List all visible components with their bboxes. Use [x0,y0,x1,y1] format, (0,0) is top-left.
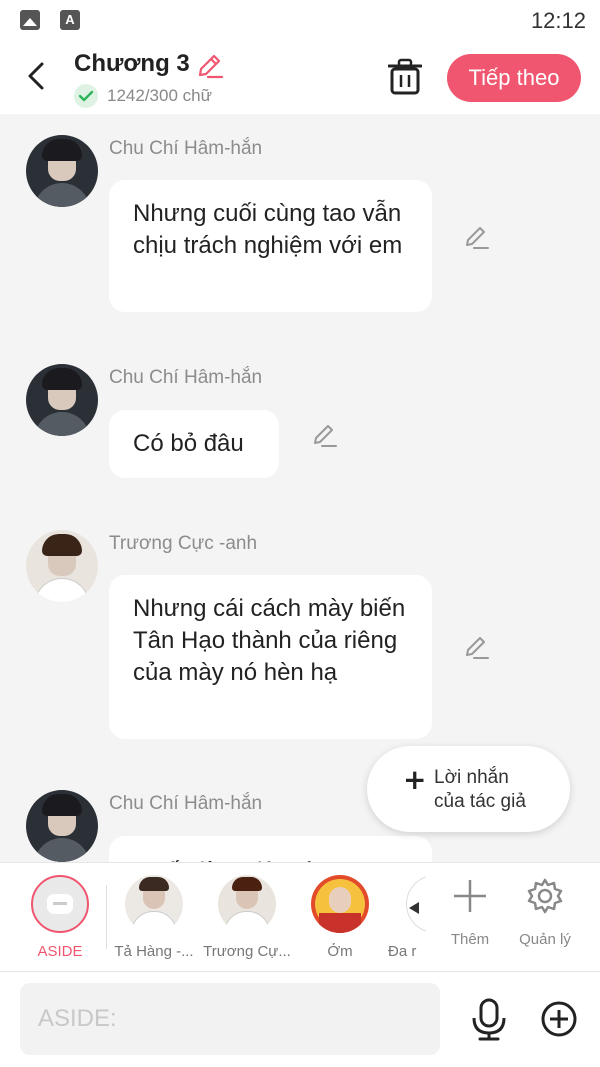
add-character-button[interactable]: Thêm [435,877,505,957]
microphone-button[interactable] [470,998,508,1042]
edit-title-icon[interactable] [194,51,224,81]
aside-icon [31,875,89,933]
author-note-label-line2: của tác giả [434,791,526,812]
add-label: Thêm [450,931,490,948]
character-item[interactable]: Trương Cự... [202,875,292,967]
character-item[interactable]: Đa r [362,875,426,967]
font-icon: A [60,10,80,30]
avatar[interactable] [26,364,98,436]
word-count: 1242/300 chữ [107,86,212,105]
back-button[interactable] [18,58,54,94]
plus-icon: + [403,763,427,796]
author-note-button[interactable]: + Lời nhắn của tác giả [367,746,570,832]
avatar[interactable] [26,135,98,207]
edit-message-icon[interactable] [462,634,490,662]
chapter-title: Chương 3 [74,50,190,77]
message-bubble[interactable]: Nhưng cái cách mày biến Tân Hạo thành củ… [109,575,432,739]
image-icon [20,10,40,30]
character-name: Đa r [388,943,417,960]
edit-message-icon[interactable] [310,422,338,450]
character-bar: ASIDE Tả Hàng -... Trương Cự... Ởm Đa r [0,862,600,972]
add-attachment-button[interactable] [540,1000,578,1038]
check-icon [74,84,98,108]
message-bubble[interactable]: Có bỏ đâu [109,410,279,478]
character-avatar [218,875,276,933]
manage-characters-button[interactable]: Quản lý [510,877,580,957]
sender-name: Trương Cực -anh [109,533,258,554]
manage-label: Quản lý [519,931,571,948]
message-bubble[interactable]: Nhưng cuối cùng tao vẫn chịu trách nghiệ… [109,180,432,312]
character-avatar [311,875,369,933]
character-name: Trương Cự... [203,943,291,960]
character-name: ASIDE [37,943,83,960]
divider [106,885,107,949]
character-item[interactable]: Tả Hàng -... [109,875,199,967]
sender-name: Chu Chí Hâm-hắn [109,793,263,814]
author-note-label-line1: Lời nhắn [434,767,509,788]
character-aside[interactable]: ASIDE [15,875,105,967]
sender-name: Chu Chí Hâm-hắn [109,138,263,159]
plus-icon [454,880,486,912]
character-avatar [125,875,183,933]
gear-icon [527,878,563,914]
chapter-header: Chương 3 1242/300 chữ Tiếp theo [0,42,600,114]
avatar[interactable] [26,790,98,862]
sender-name: Chu Chí Hâm-hắn [109,367,263,388]
avatar[interactable] [26,530,98,602]
character-avatar [406,875,426,933]
next-button[interactable]: Tiếp theo [447,54,581,102]
message-bubble[interactable]: Muốn làm việc gì [109,836,432,862]
delete-button[interactable] [388,58,422,96]
input-bar [0,972,600,1067]
message-input[interactable] [20,983,440,1055]
status-bar: A 12:12 [0,0,600,42]
status-time: 12:12 [530,8,586,33]
edit-message-icon[interactable] [462,224,490,252]
character-name: Tả Hàng -... [114,943,194,960]
